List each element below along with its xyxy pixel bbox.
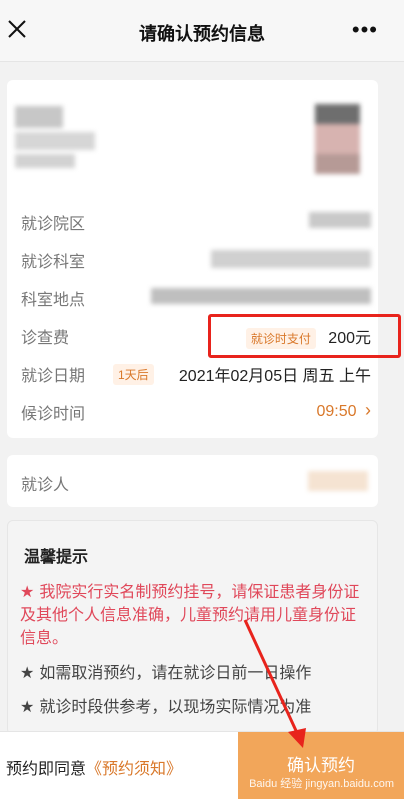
tip-item: ★ 我院实行实名制预约挂号，请保证患者身份证及其他个人信息准确，儿童预约请用儿童身… <box>20 584 360 647</box>
fee-highlight-annotation <box>208 314 401 358</box>
star-icon: ★ <box>20 699 35 716</box>
location-label: 科室地点 <box>21 292 86 309</box>
row-dept: 就诊科室 <box>21 246 371 271</box>
patient-card[interactable]: 就诊人 <box>7 455 378 507</box>
campus-value-blurred <box>309 212 371 228</box>
row-date: 就诊日期 1天后 2021年02月05日 周五 上午 <box>21 360 371 385</box>
location-value-blurred <box>151 288 371 304</box>
doctor-card <box>7 80 378 192</box>
date-label: 就诊日期 <box>21 368 86 385</box>
star-icon: ★ <box>20 584 35 601</box>
patient-label: 就诊人 <box>21 477 70 494</box>
row-location: 科室地点 <box>21 284 371 309</box>
footer-bar: 预约即同意《预约须知》 确认预约 Baidu 经验 jingyan.baidu.… <box>0 731 404 799</box>
tip-item: ★ 如需取消预约，请在就诊日前一日操作 <box>20 665 312 682</box>
doctor-avatar <box>315 104 360 174</box>
wait-value: 09:50 <box>316 403 357 420</box>
tips-card: 温馨提示 ★ 我院实行实名制预约挂号，请保证患者身份证及其他个人信息准确，儿童预约… <box>7 520 378 735</box>
agree-text: 预约即同意《预约须知》 <box>6 761 183 778</box>
doctor-name-blurred <box>15 106 95 168</box>
date-value: 2021年02月05日 周五 上午 <box>178 368 371 385</box>
more-icon[interactable]: ••• <box>352 17 378 43</box>
dept-label: 就诊科室 <box>21 254 86 271</box>
row-wait-time[interactable]: 候诊时间 09:50 › <box>21 398 371 423</box>
campus-label: 就诊院区 <box>21 216 86 233</box>
notice-link[interactable]: 《预约须知》 <box>86 761 182 778</box>
star-icon: ★ <box>20 665 35 682</box>
page-title: 请确认预约信息 <box>139 24 265 44</box>
nav-bar: 请确认预约信息 ••• <box>0 0 404 62</box>
row-campus: 就诊院区 <box>21 208 371 233</box>
date-badge: 1天后 <box>113 364 154 385</box>
chevron-right-icon: › <box>365 400 371 420</box>
patient-value-blurred <box>308 471 368 491</box>
fee-label: 诊查费 <box>21 330 70 347</box>
tips-title: 温馨提示 <box>24 549 89 566</box>
watermark: Baidu 经验 jingyan.baidu.com <box>249 778 394 790</box>
dept-value-blurred <box>211 250 371 268</box>
tip-item: ★ 就诊时段供参考，以现场实际情况为准 <box>20 699 312 716</box>
wait-label: 候诊时间 <box>21 406 86 423</box>
